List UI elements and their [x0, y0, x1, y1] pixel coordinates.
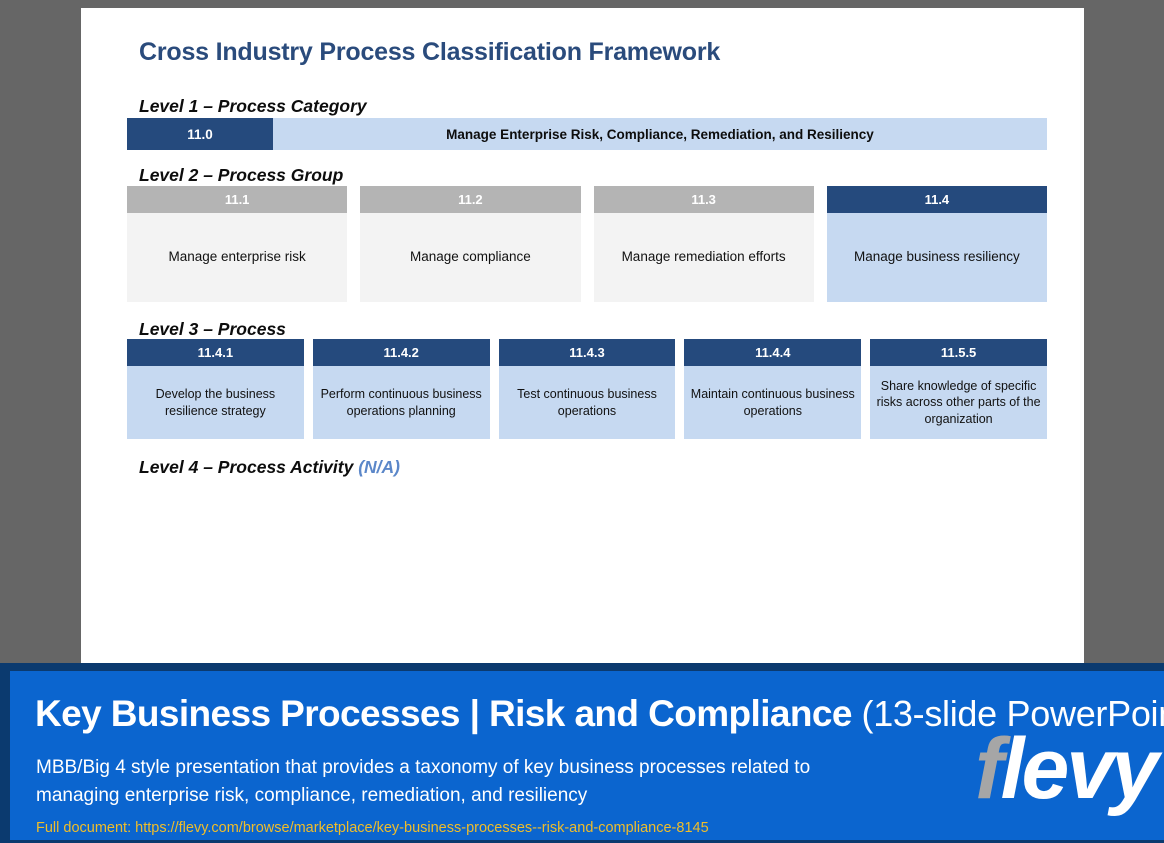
level-3-name: Test continuous business operations [498, 366, 676, 439]
level-1-heading: Level 1 – Process Category [139, 96, 367, 116]
level-1-code[interactable]: 11.0 [127, 118, 273, 150]
level-2-row: 11.1 Manage enterprise risk 11.2 Manage … [127, 186, 1047, 302]
level-3-card[interactable]: 11.4.3 Test continuous business operatio… [498, 339, 676, 439]
level-3-code: 11.4.3 [498, 339, 676, 366]
level-2-code: 11.3 [593, 186, 814, 213]
level-3-name: Maintain continuous business operations [684, 366, 862, 439]
promo-title-main: Key Business Processes | Risk and Compli… [35, 693, 862, 734]
level-4-heading: Level 4 – Process Activity (N/A) [139, 457, 400, 478]
level-2-card[interactable]: 11.3 Manage remediation efforts [593, 186, 814, 302]
level-2-name: Manage enterprise risk [127, 213, 348, 302]
level-3-code: 11.4.2 [312, 339, 490, 366]
level-2-code: 11.4 [826, 186, 1047, 213]
level-2-name: Manage compliance [360, 213, 581, 302]
level-3-name: Perform continuous business operations p… [312, 366, 490, 439]
level-3-card[interactable]: 11.4.2 Perform continuous business opera… [312, 339, 490, 439]
promo-banner: Key Business Processes | Risk and Compli… [0, 663, 1164, 843]
level-2-heading: Level 2 – Process Group [139, 165, 344, 185]
level-3-heading: Level 3 – Process [139, 319, 286, 339]
level-3-row: 11.4.1 Develop the business resilience s… [127, 339, 1047, 439]
level-3-name: Develop the business resilience strategy [127, 366, 304, 439]
level-2-code: 11.2 [360, 186, 581, 213]
level-4-na-badge: (N/A) [358, 457, 400, 477]
level-3-code: 11.4.4 [684, 339, 862, 366]
level-2-name: Manage remediation efforts [593, 213, 814, 302]
flevy-logo[interactable]: flevy [975, 726, 1159, 812]
level-3-card[interactable]: 11.4.4 Maintain continuous business oper… [684, 339, 862, 439]
level-2-code: 11.1 [127, 186, 348, 213]
level-3-code: 11.4.1 [127, 339, 304, 366]
level-2-card[interactable]: 11.1 Manage enterprise risk [127, 186, 348, 302]
level-1-name[interactable]: Manage Enterprise Risk, Compliance, Reme… [273, 118, 1047, 150]
level-1-row: 11.0 Manage Enterprise Risk, Compliance,… [127, 118, 1047, 150]
page-title: Cross Industry Process Classification Fr… [139, 38, 721, 66]
level-3-card[interactable]: 11.4.1 Develop the business resilience s… [127, 339, 304, 439]
level-3-card[interactable]: 11.5.5 Share knowledge of specific risks… [870, 339, 1047, 439]
level-2-name: Manage business resiliency [826, 213, 1047, 302]
level-3-name: Share knowledge of specific risks across… [870, 366, 1047, 439]
level-2-card[interactable]: 11.2 Manage compliance [360, 186, 581, 302]
promo-url[interactable]: Full document: https://flevy.com/browse/… [36, 820, 709, 836]
slide-canvas: Cross Industry Process Classification Fr… [81, 8, 1084, 663]
promo-description: MBB/Big 4 style presentation that provid… [36, 757, 811, 807]
level-4-heading-text: Level 4 – Process Activity [139, 457, 359, 477]
flevy-logo-rest: levy [1000, 721, 1159, 817]
level-2-card-highlighted[interactable]: 11.4 Manage business resiliency [826, 186, 1047, 302]
promo-banner-inner: Key Business Processes | Risk and Compli… [10, 671, 1164, 840]
flevy-logo-f: f [974, 721, 1004, 817]
level-3-code: 11.5.5 [870, 339, 1047, 366]
